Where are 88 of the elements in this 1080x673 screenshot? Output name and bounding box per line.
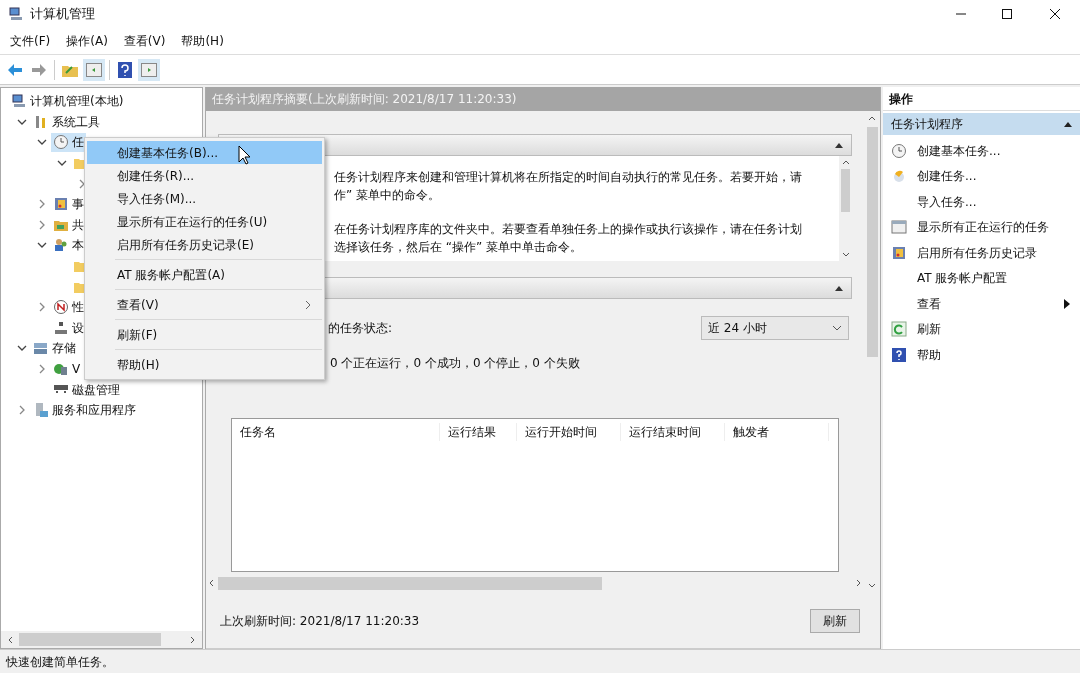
tree-item[interactable]: 磁盘管理 (72, 380, 120, 399)
actions-header: 操作 (883, 87, 1080, 111)
summary-text: 0 个正在运行，0 个成功，0 个停止，0 个失败 (330, 355, 581, 372)
disk-icon (53, 385, 69, 395)
menu-bar-item[interactable]: 操作(A) (60, 32, 114, 50)
mouse-cursor-icon (238, 145, 252, 165)
horizontal-scrollbar[interactable] (208, 576, 862, 590)
overview-text: 选择该任务，然后在 “操作” 菜单中单击命令。 (334, 239, 584, 256)
column-header[interactable]: 运行结果 (440, 423, 517, 441)
column-header[interactable]: 触发者 (725, 423, 829, 441)
services-icon (33, 402, 49, 419)
tree-item[interactable]: V (72, 360, 81, 378)
tree-item[interactable]: 性 (72, 298, 84, 317)
action-link[interactable]: AT 服务帐户配置 (917, 269, 1070, 288)
action-link[interactable]: 创建任务... (917, 167, 1070, 186)
menu-item[interactable]: 启用所有任务历史记录(E) (87, 233, 322, 256)
tree-item[interactable]: 计算机管理(本地) (30, 92, 124, 111)
scroll-up-icon (841, 159, 850, 165)
tree-item[interactable]: 存储 (52, 339, 76, 358)
collapse-triangle-icon (835, 142, 843, 148)
scroll-right-icon (856, 579, 862, 587)
menu-item[interactable]: 显示所有正在运行的任务(U) (87, 210, 322, 233)
overview-text: 作” 菜单中的命令。 (334, 187, 442, 204)
horizontal-scrollbar[interactable] (1, 631, 202, 648)
menu-item[interactable]: 创建任务(R)... (87, 164, 322, 187)
column-header[interactable]: 任务名 (232, 423, 440, 441)
window-title: 计算机管理 (30, 5, 95, 24)
menu-bar-item[interactable]: 文件(F) (4, 32, 57, 50)
refresh-icon (891, 321, 907, 338)
action-link[interactable]: 导入任务... (917, 192, 1070, 211)
menu-item[interactable]: 查看(V) (87, 293, 322, 316)
panel-icon[interactable] (138, 58, 160, 81)
actions-group-header[interactable]: 任务计划程序 (883, 113, 1080, 135)
overview-text: 在任务计划程序库的文件夹中。若要查看单独任务上的操作或执行该操作，请在任务计划 (334, 221, 803, 238)
collapse-triangle-icon (1064, 121, 1072, 127)
tree-item[interactable]: 本 (72, 236, 84, 255)
log-icon (891, 244, 907, 261)
clock-icon (53, 134, 69, 151)
overview-text: 任务计划程序来创建和管理计算机将在所指定的时间自动执行的常见任务。若要开始，请 (334, 169, 803, 186)
menu-item[interactable]: AT 服务帐户配置(A) (87, 263, 322, 286)
action-link[interactable]: 创建基本任务... (917, 141, 1070, 160)
tree-item[interactable]: 共 (72, 215, 84, 234)
submenu-triangle-icon (1064, 298, 1070, 309)
clock-icon (891, 142, 907, 159)
pane-header: 任务计划程序摘要(上次刷新时间: 2021/8/17 11:20:33) (206, 87, 880, 111)
period-dropdown[interactable]: 近 24 小时 (701, 316, 849, 340)
column-header[interactable]: 运行结束时间 (621, 423, 725, 441)
tree-item[interactable]: 设 (72, 318, 84, 337)
storage-icon (33, 340, 49, 357)
column-header[interactable]: 运行开始时间 (517, 423, 621, 441)
menu-item[interactable]: 创建基本任务(B)... (87, 141, 322, 164)
menu-item[interactable]: 导入任务(M)... (87, 187, 322, 210)
action-link[interactable]: 显示所有正在运行的任务 (917, 218, 1070, 237)
backup-icon (53, 361, 69, 377)
menu-bar-item[interactable]: 帮助(H) (175, 32, 230, 50)
window-icon (891, 219, 907, 236)
action-link[interactable]: 刷新 (917, 320, 1070, 339)
scroll-right-icon (190, 635, 196, 644)
scroll-left-icon (7, 635, 13, 644)
close-icon (1050, 9, 1060, 19)
users-icon (53, 237, 69, 254)
action-link[interactable]: 启用所有任务历史记录 (917, 243, 1070, 262)
panel-icon[interactable] (83, 58, 105, 81)
action-link[interactable]: 帮助 (917, 345, 1070, 364)
scroll-down-icon (868, 583, 876, 589)
computer-icon (8, 6, 24, 22)
menu-item[interactable]: 帮助(H) (87, 353, 322, 376)
tree-item[interactable]: 事 (72, 195, 84, 214)
log-icon (53, 196, 69, 213)
computer-icon (11, 93, 27, 110)
action-link[interactable]: 查看 (917, 294, 1054, 313)
tree-item[interactable]: 系统工具 (52, 112, 100, 131)
scroll-left-icon (208, 579, 214, 587)
status-label: 的任务状态: (328, 320, 393, 337)
scroll-down-icon (841, 252, 850, 258)
last-refresh-text: 上次刷新时间: 2021/8/17 11:20:33 (220, 612, 420, 630)
scroll-up-icon (868, 115, 876, 121)
device-icon (53, 319, 69, 336)
gauge-icon (53, 299, 69, 316)
minimize-icon (956, 13, 966, 15)
tree-item[interactable]: 服务和应用程序 (52, 401, 136, 420)
collapse-triangle-icon (835, 285, 843, 291)
maximize-icon (1002, 9, 1012, 19)
task-icon (891, 168, 907, 185)
menu-item[interactable]: 刷新(F) (87, 323, 322, 346)
help-icon (891, 346, 907, 363)
refresh-button[interactable]: 刷新 (810, 608, 860, 633)
menu-bar-item[interactable]: 查看(V) (117, 32, 172, 50)
